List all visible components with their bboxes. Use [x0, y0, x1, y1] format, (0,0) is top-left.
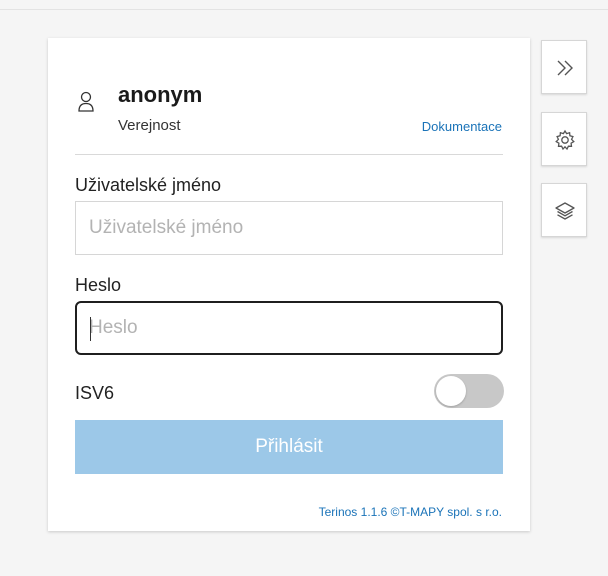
isv6-toggle[interactable] — [434, 374, 504, 408]
user-name: anonym — [118, 82, 203, 107]
settings-button[interactable] — [541, 112, 587, 166]
collapse-panel-button[interactable] — [541, 40, 587, 94]
user-role: Verejnost — [118, 117, 181, 134]
layers-button[interactable] — [541, 183, 587, 237]
login-button[interactable]: Přihlásit — [75, 420, 503, 474]
user-icon — [78, 90, 94, 114]
isv6-label: ISV6 — [75, 383, 115, 403]
username-input[interactable] — [75, 201, 503, 255]
divider — [75, 154, 503, 155]
toggle-knob — [436, 376, 466, 406]
documentation-link[interactable]: Dokumentace — [422, 119, 502, 134]
username-label: Uživatelské jméno — [75, 175, 222, 195]
text-caret — [90, 317, 91, 341]
top-divider — [0, 9, 608, 10]
footer-version: Terinos 1.1.6 ©T-MAPY spol. s r.o. — [318, 505, 502, 519]
login-panel: anonym Verejnost Dokumentace Uživatelské… — [48, 38, 530, 531]
password-input[interactable] — [75, 301, 503, 355]
user-info: anonym Verejnost Dokumentace — [48, 38, 530, 138]
password-label: Heslo — [75, 275, 122, 295]
